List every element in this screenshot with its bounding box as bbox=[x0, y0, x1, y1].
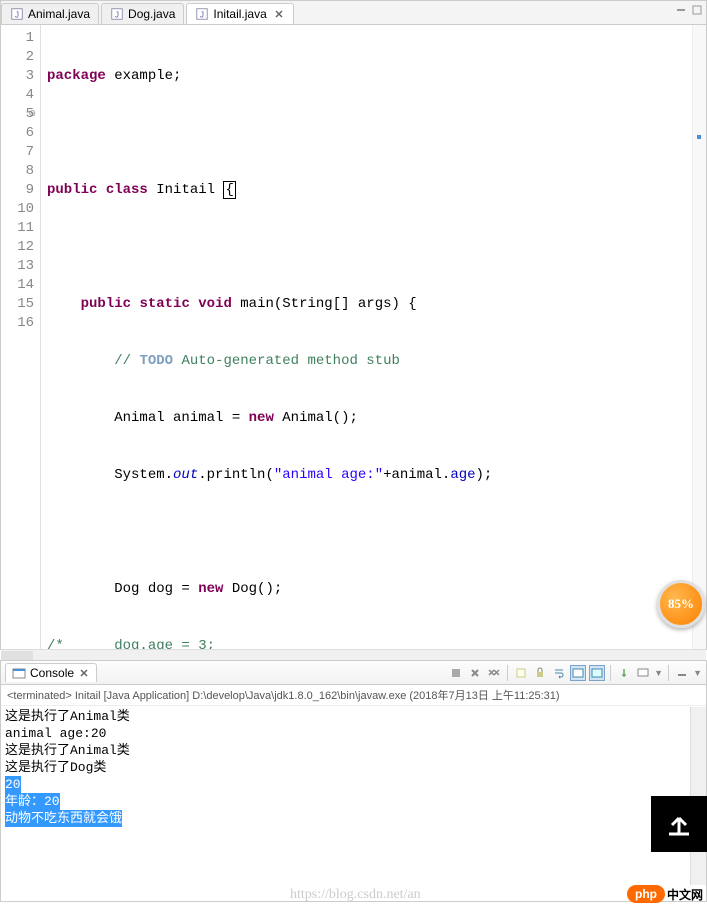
line-number: 16 bbox=[1, 314, 34, 333]
line-number: 9 bbox=[1, 181, 34, 200]
scroll-lock-button[interactable] bbox=[532, 665, 548, 681]
code-editor[interactable]: package example; public class Initail { … bbox=[41, 25, 692, 649]
editor-body: 1 2 3 4 5⊖ 6 7 8 9 10 11 12 13 14 15 16 … bbox=[1, 25, 706, 649]
svg-text:J: J bbox=[200, 11, 204, 20]
line-number: 7 bbox=[1, 143, 34, 162]
console-line: 20 bbox=[5, 776, 21, 793]
upload-icon[interactable] bbox=[651, 796, 707, 852]
line-number: 1 bbox=[1, 29, 34, 48]
console-line: 这是执行了Animal类 bbox=[5, 742, 702, 759]
php-logo: php中文网 bbox=[627, 885, 703, 903]
console-output[interactable]: 这是执行了Animal类 animal age:20 这是执行了Animal类 … bbox=[1, 706, 706, 829]
tab-label: Initail.java bbox=[213, 7, 266, 21]
watermark-text: https://blog.csdn.net/an bbox=[290, 887, 421, 903]
console-toolbar: ▼ ▼ bbox=[448, 665, 702, 681]
clear-button[interactable] bbox=[513, 665, 529, 681]
minimize-icon[interactable] bbox=[674, 3, 688, 17]
remove-launch-button[interactable] bbox=[467, 665, 483, 681]
console-status: <terminated> Initail [Java Application] … bbox=[1, 685, 706, 706]
line-number: 11 bbox=[1, 219, 34, 238]
console-tab[interactable]: Console bbox=[5, 663, 97, 682]
java-file-icon: J bbox=[110, 7, 124, 21]
word-wrap-button[interactable] bbox=[551, 665, 567, 681]
java-file-icon: J bbox=[195, 7, 209, 21]
tab-dog[interactable]: J Dog.java bbox=[101, 3, 184, 24]
percent-badge[interactable]: 85% bbox=[657, 580, 705, 628]
maximize-icon[interactable] bbox=[690, 3, 704, 17]
svg-text:J: J bbox=[15, 11, 19, 20]
svg-text:J: J bbox=[115, 11, 119, 20]
min-button[interactable] bbox=[674, 665, 690, 681]
close-icon[interactable] bbox=[78, 667, 90, 679]
line-number: 14 bbox=[1, 276, 34, 295]
console-line: 这是执行了Dog类 bbox=[5, 759, 702, 776]
tab-initail[interactable]: J Initail.java bbox=[186, 3, 293, 24]
console-line: animal age:20 bbox=[5, 725, 702, 742]
console-icon bbox=[12, 666, 26, 680]
line-number: 3 bbox=[1, 67, 34, 86]
console-panel: Console ▼ ▼ <terminated> Initail [Java A… bbox=[0, 660, 707, 902]
console-line: 这是执行了Animal类 bbox=[5, 708, 702, 725]
java-file-icon: J bbox=[10, 7, 24, 21]
remove-all-button[interactable] bbox=[486, 665, 502, 681]
tab-label: Animal.java bbox=[28, 7, 90, 21]
line-number: 6 bbox=[1, 124, 34, 143]
editor-tab-bar: J Animal.java J Dog.java J Initail.java bbox=[1, 1, 706, 25]
show-console-button[interactable] bbox=[570, 665, 586, 681]
terminate-button[interactable] bbox=[448, 665, 464, 681]
line-number: 10 bbox=[1, 200, 34, 219]
line-number: 15 bbox=[1, 295, 34, 314]
console-line: 年龄：20 bbox=[5, 793, 60, 810]
tab-label: Dog.java bbox=[128, 7, 175, 21]
pin-button[interactable] bbox=[616, 665, 632, 681]
editor-panel: J Animal.java J Dog.java J Initail.java … bbox=[0, 0, 707, 650]
tab-animal[interactable]: J Animal.java bbox=[1, 3, 99, 24]
console-line: 动物不吃东西就会饿 bbox=[5, 810, 122, 827]
close-icon[interactable] bbox=[273, 8, 285, 20]
console-header: Console ▼ ▼ bbox=[1, 661, 706, 685]
display-button[interactable] bbox=[635, 665, 651, 681]
line-number-gutter: 1 2 3 4 5⊖ 6 7 8 9 10 11 12 13 14 15 16 bbox=[1, 25, 41, 649]
line-number: 4 bbox=[1, 86, 34, 105]
line-number: 8 bbox=[1, 162, 34, 181]
line-number: 12 bbox=[1, 238, 34, 257]
show-stdout-button[interactable] bbox=[589, 665, 605, 681]
line-number: 13 bbox=[1, 257, 34, 276]
line-number: 2 bbox=[1, 48, 34, 67]
line-number: 5⊖ bbox=[1, 105, 34, 124]
console-title: Console bbox=[30, 666, 74, 680]
overview-ruler[interactable] bbox=[692, 25, 706, 649]
